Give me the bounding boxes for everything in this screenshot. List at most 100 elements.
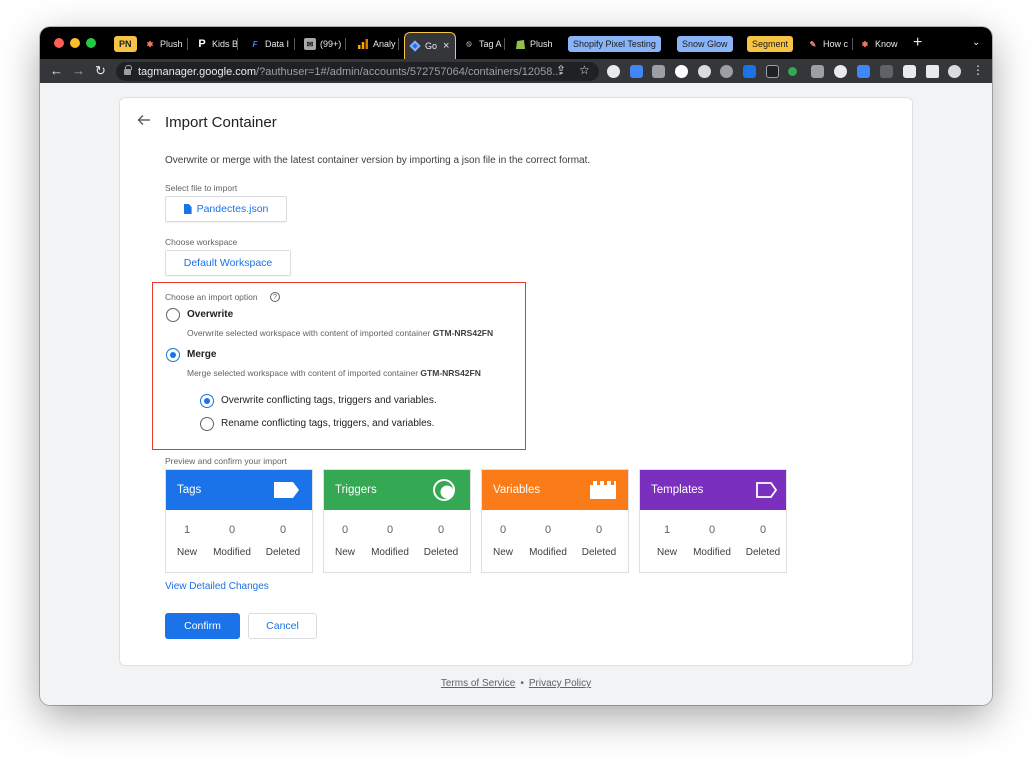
terms-of-service-link[interactable]: Terms of Service	[441, 678, 515, 689]
overwrite-title: Overwrite	[187, 309, 234, 320]
extension-icon[interactable]	[811, 65, 824, 78]
merge-description: Merge selected workspace with content of…	[187, 368, 481, 378]
workspace-label: Choose workspace	[165, 237, 238, 247]
url-host: tagmanager.google.com	[138, 65, 257, 78]
minimize-window-button[interactable]	[70, 38, 80, 48]
new-tab-button[interactable]: +	[913, 35, 922, 51]
tags-deleted-count: 0	[279, 524, 287, 536]
url-path: /?authuser=1#/admin/accounts/572757064/c…	[256, 65, 562, 78]
templates-deleted-count: 0	[759, 524, 767, 536]
tab-search-button[interactable]: ⌄	[972, 37, 980, 48]
preview-label: Preview and confirm your import	[165, 456, 287, 466]
analytics-icon	[357, 38, 369, 50]
variables-summary-card: Variables 0 0 0 New Modified Deleted	[481, 469, 629, 573]
tab-group-pn[interactable]: PN	[114, 36, 137, 52]
maximize-window-button[interactable]	[86, 38, 96, 48]
tab-label: Plush	[530, 39, 553, 49]
variables-new-count: 0	[499, 524, 507, 536]
browser-toolbar: ← → ↻ tagmanager.google.com/?authuser=1#…	[40, 59, 992, 83]
extension-icon[interactable]	[607, 65, 620, 78]
cancel-button[interactable]: Cancel	[248, 613, 317, 639]
tab-group-segment[interactable]: Segment	[747, 36, 794, 52]
overwrite-conflicting-radio[interactable]	[200, 394, 214, 408]
page-icon: ✎	[809, 39, 817, 49]
menu-icon[interactable]: ⋮	[972, 63, 984, 77]
tab-tag-assistant[interactable]: ⦸ Tag A	[459, 33, 505, 55]
back-icon[interactable]: ←	[50, 62, 63, 80]
extension-icon[interactable]	[788, 67, 797, 76]
extension-icon[interactable]	[766, 65, 779, 78]
tab-plush[interactable]: ✱ Plush	[140, 33, 188, 55]
puzzle-icon[interactable]	[903, 65, 916, 78]
address-bar[interactable]: tagmanager.google.com/?authuser=1#/admin…	[116, 62, 599, 81]
tab-how[interactable]: ✎ How c	[803, 33, 853, 55]
extension-icon[interactable]	[720, 65, 733, 78]
tab-shopify-plush[interactable]: Plush	[510, 33, 558, 55]
extension-icon[interactable]	[743, 65, 756, 78]
tag-manager-icon	[409, 40, 421, 52]
merge-title: Merge	[187, 349, 217, 360]
file-name: Pandectes.json	[196, 203, 269, 215]
tab-analytics[interactable]: Analy	[353, 33, 399, 55]
choose-workspace-button[interactable]: Default Workspace	[165, 250, 291, 276]
avatar[interactable]	[948, 65, 961, 78]
trigger-icon	[433, 479, 455, 501]
confirm-button[interactable]: Confirm	[165, 613, 240, 639]
tab-google-tag-manager[interactable]: Go ×	[404, 32, 456, 59]
tab-label: Kids B	[212, 39, 238, 49]
triggers-title: Triggers	[335, 484, 377, 496]
deleted-label: Deleted	[581, 547, 617, 558]
forward-icon[interactable]: →	[72, 62, 85, 80]
tab-strip: PN ✱ Plush P Kids B F Data I ✉ (99+) Ana…	[40, 27, 992, 59]
extension-icon[interactable]	[652, 65, 665, 78]
import-option-label: Choose an import option	[165, 292, 258, 302]
tab-data[interactable]: F Data I	[245, 33, 295, 55]
rename-conflicting-radio[interactable]	[200, 417, 214, 431]
triggers-modified-count: 0	[386, 524, 394, 536]
tags-header: Tags	[166, 470, 312, 510]
triggers-summary-card: Triggers 0 0 0 New Modified Deleted	[323, 469, 471, 573]
tags-title: Tags	[177, 484, 202, 496]
share-icon[interactable]: ⇪	[556, 63, 566, 77]
footer-separator: •	[520, 678, 524, 689]
extension-icon[interactable]	[630, 65, 643, 78]
overwrite-description: Overwrite selected workspace with conten…	[187, 328, 494, 338]
reload-icon[interactable]: ↻	[95, 62, 106, 80]
tab-label: Plush	[160, 39, 183, 49]
tab-knowledge[interactable]: ✱ Know	[855, 33, 905, 55]
extension-icon[interactable]	[834, 65, 847, 78]
templates-header: Templates	[640, 470, 786, 510]
bookmark-star-icon[interactable]: ☆	[579, 63, 590, 77]
extension-icon[interactable]	[698, 65, 711, 78]
back-arrow-icon[interactable]	[136, 112, 152, 128]
deleted-label: Deleted	[745, 547, 781, 558]
modified-label: Modified	[529, 547, 567, 558]
view-detailed-changes-link[interactable]: View Detailed Changes	[165, 581, 269, 592]
extension-icon[interactable]	[675, 65, 688, 78]
tab-inbox[interactable]: ✉ (99+)	[300, 33, 346, 55]
modified-label: Modified	[693, 547, 731, 558]
rename-conflicting-label: Rename conflicting tags, triggers, and v…	[221, 418, 435, 429]
tab-group-snow-glow[interactable]: Snow Glow	[677, 36, 733, 52]
variables-header: Variables	[482, 470, 628, 510]
variables-title: Variables	[493, 484, 541, 496]
tab-label: Tag A	[479, 39, 502, 49]
tab-kids[interactable]: P Kids B	[192, 33, 238, 55]
overwrite-radio[interactable]	[166, 308, 180, 322]
tab-label: (99+)	[320, 39, 342, 49]
select-file-button[interactable]: Pandectes.json	[165, 196, 287, 222]
close-window-button[interactable]	[54, 38, 64, 48]
merge-radio[interactable]	[166, 348, 180, 362]
side-panel-icon[interactable]	[926, 65, 939, 78]
tab-label: Know	[875, 39, 898, 49]
extension-icon[interactable]	[880, 65, 893, 78]
tab-label: How c	[823, 39, 849, 49]
close-tab-icon[interactable]: ×	[443, 40, 449, 52]
tab-group-shopify-pixel-testing[interactable]: Shopify Pixel Testing	[568, 36, 661, 52]
tab-label: Data I	[265, 39, 290, 49]
extension-icon[interactable]	[857, 65, 870, 78]
browser-window: PN ✱ Plush P Kids B F Data I ✉ (99+) Ana…	[40, 27, 992, 705]
modified-label: Modified	[213, 547, 251, 558]
help-icon[interactable]: ?	[270, 292, 280, 302]
privacy-policy-link[interactable]: Privacy Policy	[529, 678, 591, 689]
